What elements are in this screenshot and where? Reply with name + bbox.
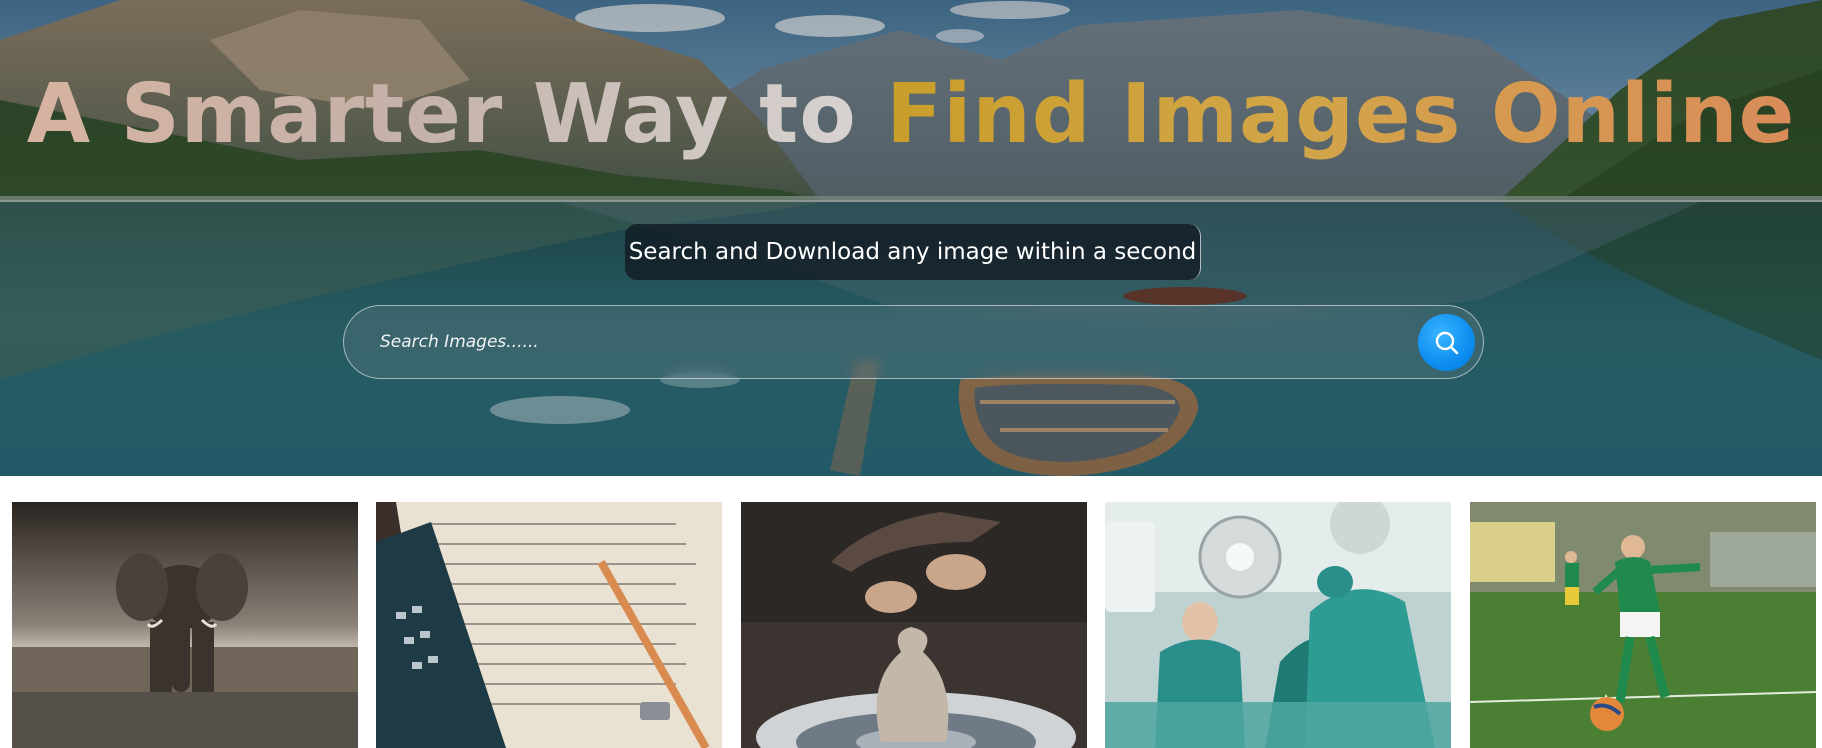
search-bar — [343, 305, 1484, 379]
gallery-image-elephant[interactable] — [12, 502, 358, 748]
gallery-image-surgeons[interactable] — [1105, 502, 1451, 748]
image-gallery — [0, 502, 1822, 748]
hero-title-part1: A Smarter Way to — [26, 67, 887, 162]
gallery-image-math-notes[interactable] — [376, 502, 722, 748]
hero-title-part2: Find Images Online — [886, 67, 1796, 162]
search-icon — [1435, 331, 1458, 354]
tagline: Search and Download any image within a s… — [625, 224, 1201, 280]
search-button[interactable] — [1418, 314, 1475, 371]
hero-title: A Smarter Way to Find Images Online — [0, 74, 1822, 156]
gallery-image-boy-football[interactable] — [1470, 502, 1816, 748]
hero-banner: A Smarter Way to Find Images Online Sear… — [0, 0, 1822, 476]
gallery-image-pottery[interactable] — [741, 502, 1087, 748]
search-input[interactable] — [378, 306, 1378, 378]
